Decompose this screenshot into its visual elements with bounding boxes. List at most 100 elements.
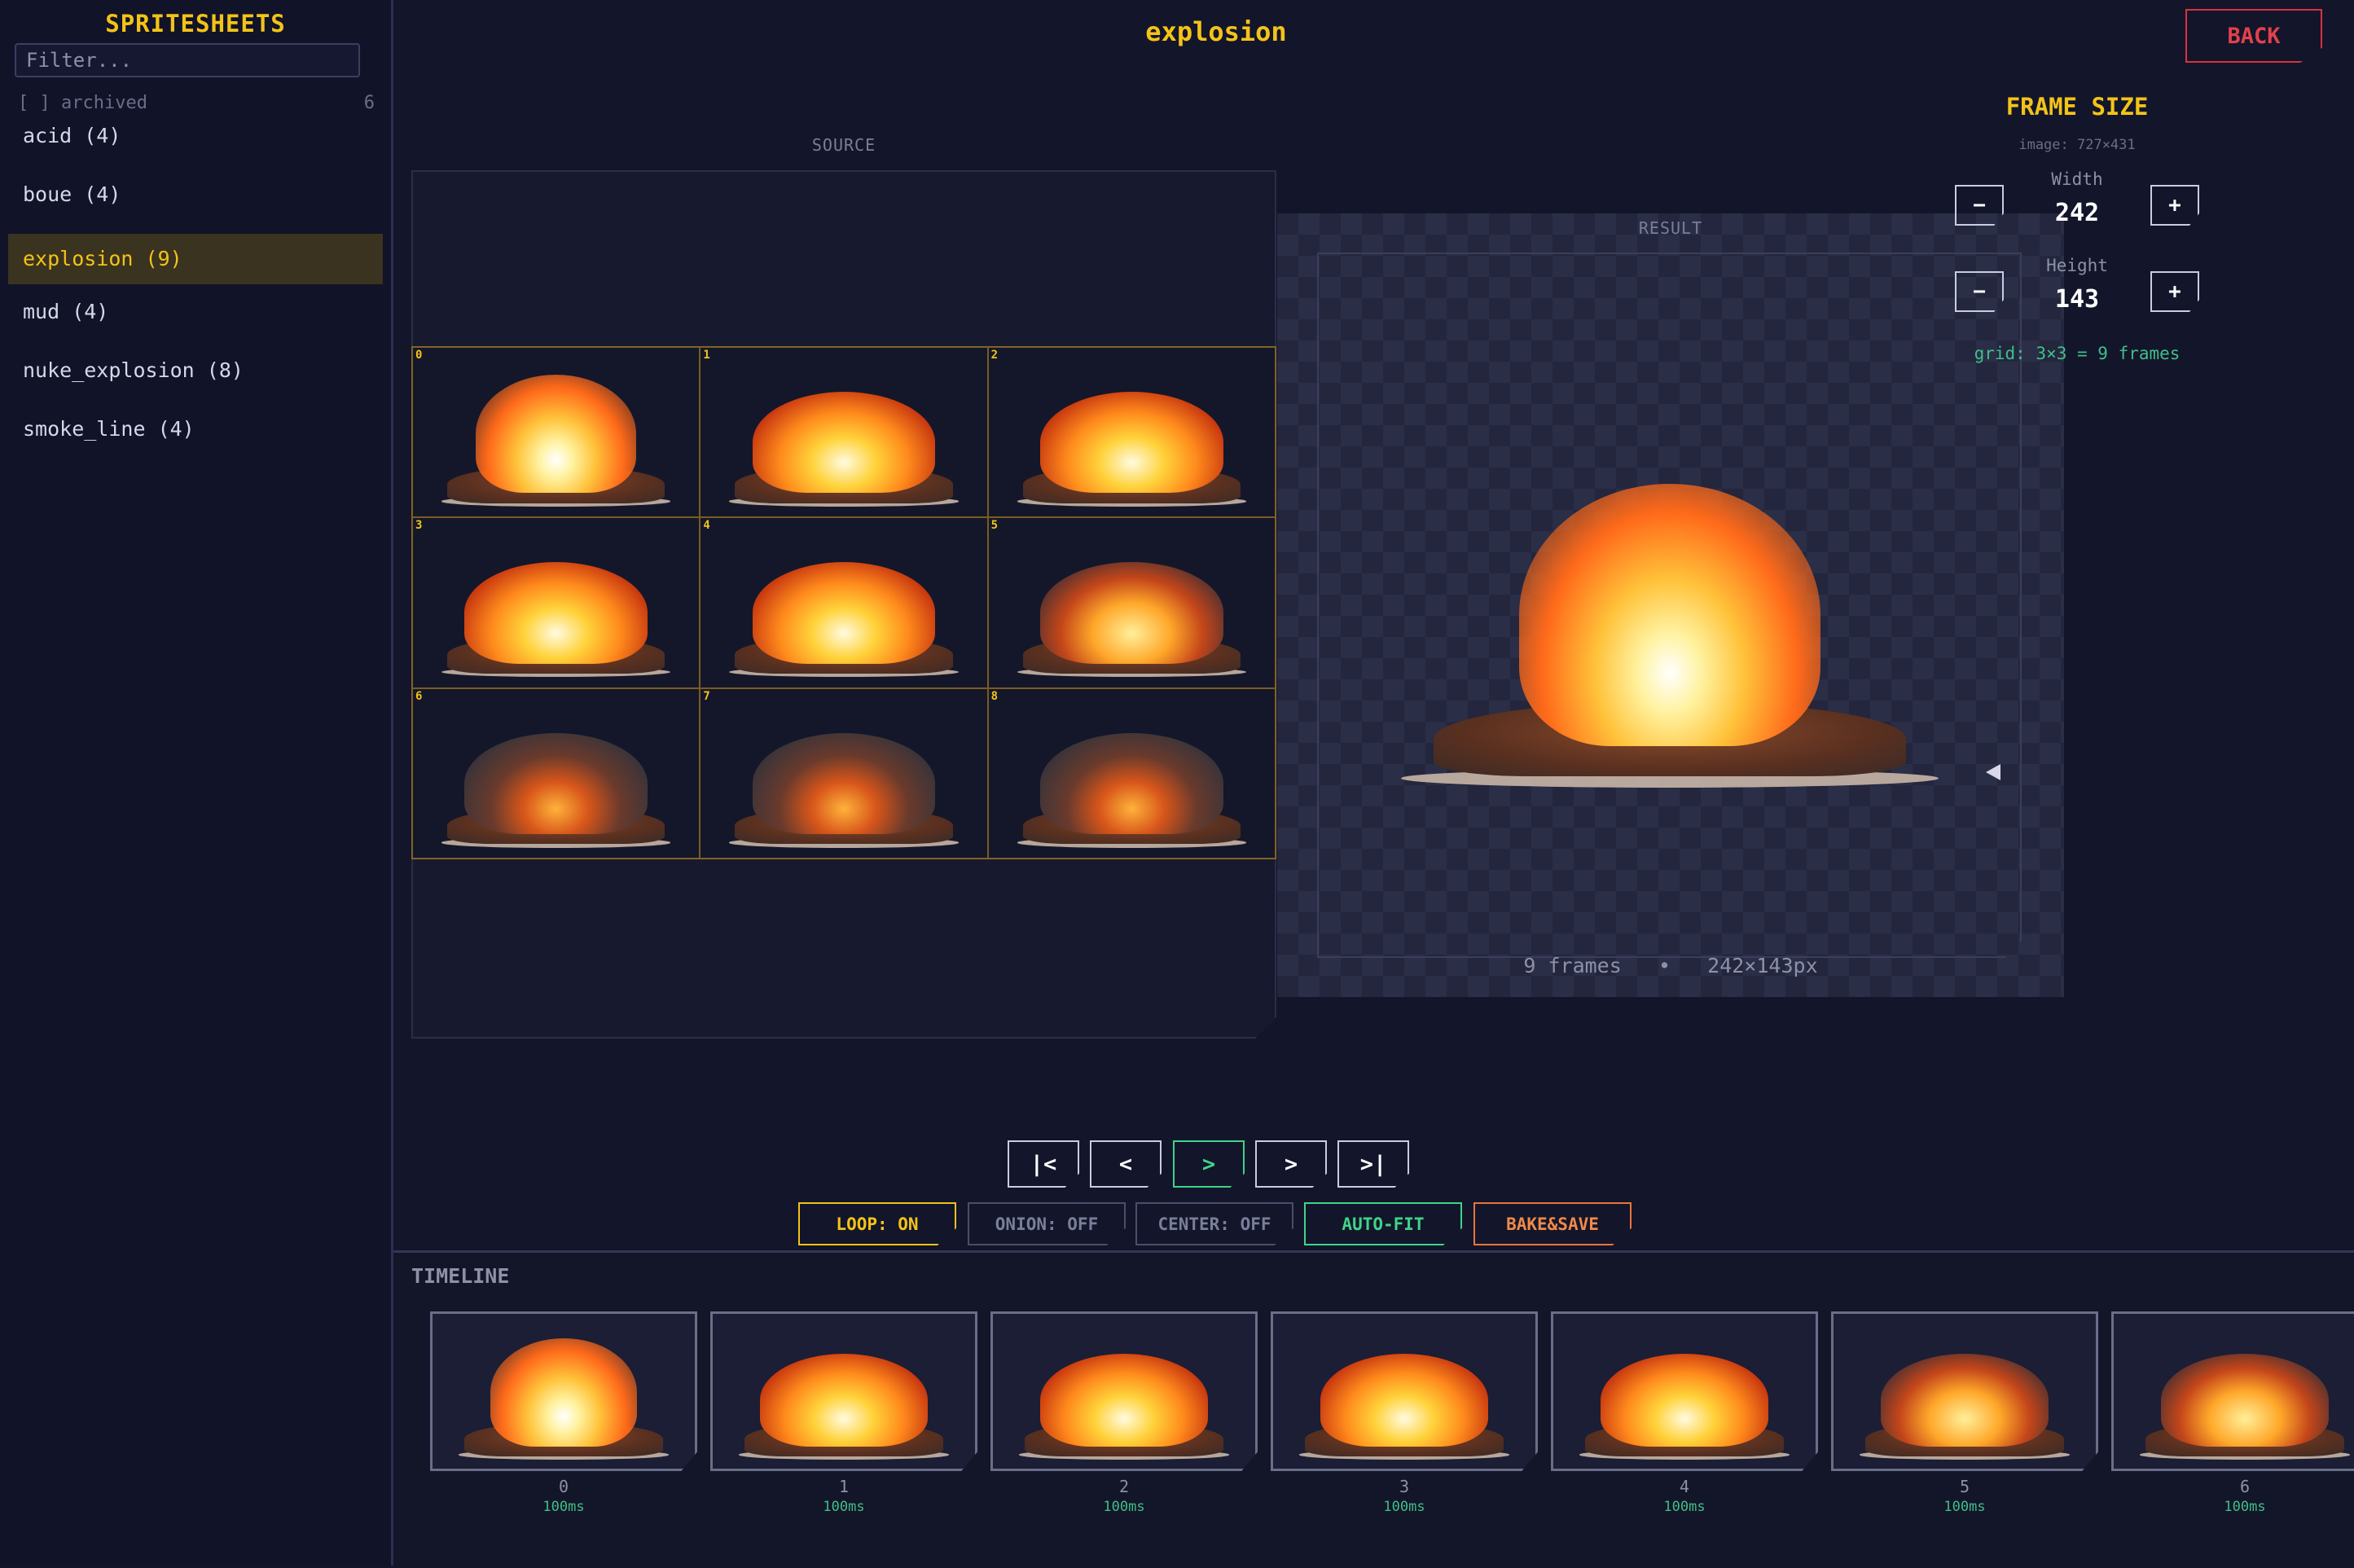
timeline-frame-index: 3 — [1399, 1477, 1410, 1496]
explosion-sprite — [989, 518, 1275, 687]
timeline-frame[interactable] — [2111, 1311, 2354, 1471]
cell-index: 5 — [990, 519, 999, 533]
timeline-frame-duration[interactable]: 100ms — [2111, 1499, 2354, 1515]
timeline-frame-duration[interactable]: 100ms — [1551, 1499, 1818, 1515]
source-sprite-grid: 0 1 2 3 4 5 6 7 8 — [411, 346, 1276, 859]
frame-size-title: FRAME SIZE — [2005, 93, 2149, 121]
timeline-frame-index: 6 — [2239, 1477, 2251, 1496]
timeline-frame-duration[interactable]: 100ms — [1831, 1499, 2098, 1515]
explosion-sprite — [2114, 1314, 2354, 1469]
timeline-frame[interactable] — [1551, 1311, 1818, 1471]
cell-index: 3 — [415, 519, 423, 533]
result-info: 9 frames • 242×143px — [1277, 954, 2064, 977]
timeline-frame-duration[interactable]: 100ms — [1271, 1499, 1538, 1515]
height-increment-button[interactable]: + — [2150, 271, 2199, 312]
cell-index: 0 — [415, 349, 423, 362]
spritesheet-list: acid (4) boue (4) explosion (9) mud (4) … — [8, 116, 383, 468]
sidebar-item-mud[interactable]: mud (4) — [8, 292, 383, 343]
result-preview-sprite — [1401, 432, 1939, 806]
height-label: Height — [2046, 256, 2108, 275]
page-title: explosion — [1145, 16, 1287, 47]
source-label: SOURCE — [811, 135, 876, 155]
cell-index: 2 — [990, 349, 999, 362]
explosion-sprite — [700, 348, 986, 516]
source-cell[interactable]: 3 — [412, 517, 700, 688]
anchor-marker-icon — [1986, 764, 2000, 780]
play-button[interactable]: > — [1173, 1140, 1245, 1188]
grid-summary: grid: 3×3 = 9 frames — [1974, 344, 2181, 363]
sidebar-item-explosion[interactable]: explosion (9) — [8, 234, 383, 284]
timeline-frame-duration[interactable]: 100ms — [430, 1499, 697, 1515]
result-frames: 9 frames — [1523, 954, 1622, 977]
back-button[interactable]: BACK — [2185, 9, 2322, 63]
source-cell[interactable]: 8 — [987, 687, 1276, 859]
next-frame-button[interactable]: > — [1255, 1140, 1327, 1188]
explosion-sprite — [413, 689, 699, 858]
source-cell[interactable]: 1 — [700, 347, 988, 518]
cell-index: 8 — [990, 689, 999, 703]
prev-frame-button[interactable]: < — [1090, 1140, 1162, 1188]
sidebar-item-acid[interactable]: acid (4) — [8, 116, 383, 167]
explosion-sprite — [413, 518, 699, 687]
source-cell[interactable]: 6 — [412, 687, 700, 859]
timeline-frame-index: 2 — [1118, 1477, 1130, 1496]
archived-label: [ ] archived — [18, 93, 147, 113]
explosion-sprite — [1553, 1314, 1816, 1469]
explosion-sprite — [413, 348, 699, 516]
last-frame-button[interactable]: >| — [1337, 1140, 1409, 1188]
timeline-panel: TIMELINE 0 100ms 1 100ms 2 100ms 3 100ms 4 100ms 5… — [393, 1250, 2354, 1568]
auto-fit-button[interactable]: AUTO-FIT — [1304, 1202, 1462, 1245]
width-label: Width — [2051, 169, 2103, 189]
timeline-frame[interactable] — [990, 1311, 1258, 1471]
source-cell[interactable]: 7 — [700, 687, 988, 859]
result-separator: • — [1658, 954, 1671, 977]
timeline-frame-duration[interactable]: 100ms — [990, 1499, 1258, 1515]
sidebar-item-smoke-line[interactable]: smoke_line (4) — [8, 410, 383, 460]
explosion-sprite — [989, 689, 1275, 858]
first-frame-button[interactable]: |< — [1008, 1140, 1079, 1188]
cell-index: 1 — [703, 349, 710, 362]
source-cell[interactable]: 4 — [700, 517, 988, 688]
onion-toggle[interactable]: ONION: OFF — [968, 1202, 1126, 1245]
timeline-frame-index: 0 — [558, 1477, 569, 1496]
width-increment-button[interactable]: + — [2150, 185, 2199, 226]
bake-save-button[interactable]: BAKE&SAVE — [1473, 1202, 1632, 1245]
explosion-sprite — [700, 689, 986, 858]
source-cell[interactable]: 0 — [412, 347, 700, 518]
timeline-title: TIMELINE — [411, 1264, 510, 1288]
height-value: 143 — [2054, 285, 2100, 314]
timeline-frame[interactable] — [710, 1311, 977, 1471]
explosion-sprite — [989, 348, 1275, 516]
explosion-sprite — [700, 518, 986, 687]
archived-count: 6 — [363, 93, 375, 113]
timeline-frame-duration[interactable]: 100ms — [710, 1499, 977, 1515]
explosion-sprite — [1834, 1314, 2096, 1469]
explosion-sprite — [433, 1314, 695, 1469]
image-dimensions: image: 727×431 — [2018, 137, 2136, 153]
loop-toggle[interactable]: LOOP: ON — [798, 1202, 956, 1245]
timeline-frame-index: 4 — [1679, 1477, 1690, 1496]
result-size: 242×143px — [1707, 954, 1818, 977]
archived-toggle[interactable]: [ ] archived 6 — [18, 93, 375, 116]
timeline-frame-index: 1 — [838, 1477, 850, 1496]
timeline-frame[interactable] — [1831, 1311, 2098, 1471]
explosion-sprite — [713, 1314, 975, 1469]
sidebar-title: SPRITESHEETS — [105, 10, 286, 37]
cell-index: 6 — [415, 689, 423, 703]
cell-index: 4 — [703, 519, 710, 533]
sidebar: SPRITESHEETS [ ] archived 6 acid (4) bou… — [0, 0, 393, 1566]
width-value: 242 — [2054, 199, 2100, 227]
explosion-sprite — [993, 1314, 1255, 1469]
cell-index: 7 — [703, 689, 710, 703]
source-cell[interactable]: 5 — [987, 517, 1276, 688]
explosion-sprite — [1401, 432, 1939, 806]
sidebar-item-nuke-explosion[interactable]: nuke_explosion (8) — [8, 351, 383, 402]
sidebar-item-boue[interactable]: boue (4) — [8, 175, 383, 226]
center-toggle[interactable]: CENTER: OFF — [1135, 1202, 1293, 1245]
timeline-frame[interactable] — [430, 1311, 697, 1471]
explosion-sprite — [1273, 1314, 1535, 1469]
source-cell[interactable]: 2 — [987, 347, 1276, 518]
filter-input[interactable] — [15, 43, 360, 77]
timeline-frame[interactable] — [1271, 1311, 1538, 1471]
result-label: RESULT — [1638, 218, 1703, 238]
